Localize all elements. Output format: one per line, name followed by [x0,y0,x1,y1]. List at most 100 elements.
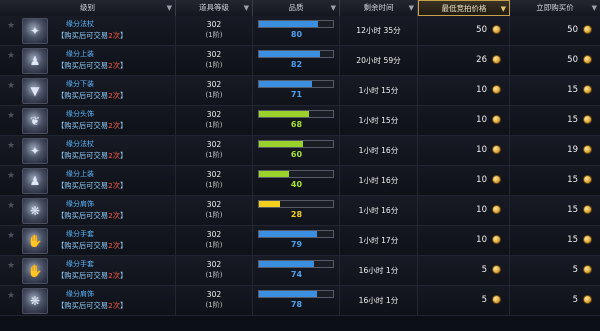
buyout-price: 5 [572,295,578,305]
level-cell: 302 (1阶) [176,106,253,135]
remaining-time: 20小时 59分 [356,56,401,65]
gold-coin-icon [583,55,592,64]
item-grade: (1阶) [205,61,223,69]
header-item-column[interactable]: 级别 ▼ [0,0,176,16]
favorite-star-icon[interactable]: ★ [7,261,15,271]
headwear-icon[interactable]: ❦ [22,108,48,134]
item-level: 302 [206,80,222,89]
gold-coin-icon [492,235,501,244]
favorite-star-icon[interactable]: ★ [7,111,15,121]
favorite-star-icon[interactable]: ★ [7,51,15,61]
quality-value: 74 [290,270,303,279]
upper-garment-icon[interactable]: ♟ [22,48,48,74]
gold-coin-icon [492,25,501,34]
item-name: 缘分法杖 [66,140,94,148]
trade-note: 【购买后可交易2次】 [57,61,127,71]
remaining-time: 1小时 16分 [358,206,399,215]
quality-bar-fill [259,111,310,117]
item-grade: (1阶) [205,301,223,309]
favorite-star-icon[interactable]: ★ [7,141,15,151]
quality-bar [258,50,334,58]
min-bid-cell: 5 [418,286,510,315]
table-row[interactable]: ★ ♟ 缘分上装 【购买后可交易2次】 302 (1阶) 40 1小时 16分 10 15 [0,166,600,196]
trade-count: 2次 [108,121,121,130]
gold-coin-icon [492,55,501,64]
item-grade: (1阶) [205,121,223,129]
trade-count: 2次 [108,61,121,70]
quality-bar-fill [259,231,318,237]
time-cell: 1小时 16分 [340,136,418,165]
buyout-price: 19 [567,145,578,155]
upper-garment-icon[interactable]: ♟ [22,168,48,194]
trade-note-end: 】 [120,91,128,100]
header-buyout-column[interactable]: 立即购买价 ▼ [510,0,600,16]
table-row[interactable]: ★ ❦ 缘分头饰 【购买后可交易2次】 302 (1阶) 68 1小时 15分 10 15 [0,106,600,136]
staff-icon[interactable]: ✦ [22,138,48,164]
item-name: 缘分手套 [66,230,94,238]
item-level: 302 [206,260,222,269]
item-level: 302 [206,200,222,209]
min-bid-price: 5 [481,265,487,275]
lower-garment-icon[interactable]: ▼ [22,78,48,104]
min-bid-cell: 10 [418,196,510,225]
favorite-star-icon[interactable]: ★ [7,21,15,31]
quality-bar-fill [259,51,320,57]
sort-arrow-icon: ▼ [166,4,172,12]
table-row[interactable]: ★ ❋ 缘分肩饰 【购买后可交易2次】 302 (1阶) 28 1小时 16分 10 15 [0,196,600,226]
glove-icon[interactable]: ✋ [22,228,48,254]
trade-note: 【购买后可交易2次】 [57,211,127,221]
sort-arrow-icon: ▼ [330,4,336,12]
trade-count: 2次 [108,301,121,310]
quality-bar [258,200,334,208]
trade-note-text: 【购买后可交易 [57,181,109,190]
shoulder-icon[interactable]: ❋ [22,288,48,314]
buyout-price: 15 [567,205,578,215]
item-level: 302 [206,20,222,29]
item-cell: ★ ✋ 缘分手套 【购买后可交易2次】 [0,226,176,255]
item-name: 缘分肩饰 [66,290,94,298]
favorite-star-icon[interactable]: ★ [7,171,15,181]
trade-note-text: 【购买后可交易 [57,301,109,310]
shoulder-icon[interactable]: ❋ [22,198,48,224]
item-grade: (1阶) [205,31,223,39]
header-quality-column[interactable]: 品质 ▼ [253,0,340,16]
favorite-star-icon[interactable]: ★ [7,291,15,301]
table-row[interactable]: ★ ✦ 缘分法杖 【购买后可交易2次】 302 (1阶) 60 1小时 16分 10 19 [0,136,600,166]
gold-coin-icon [583,295,592,304]
table-row[interactable]: ★ ✋ 缘分手套 【购买后可交易2次】 302 (1阶) 79 1小时 17分 10 15 [0,226,600,256]
header-min-bid-column[interactable]: 最低竞拍价格 ▼ [418,0,510,16]
quality-cell: 68 [253,106,340,135]
gold-coin-icon [492,295,501,304]
table-row[interactable]: ★ ♟ 缘分上装 【购买后可交易2次】 302 (1阶) 82 20小时 59分 26 50 [0,46,600,76]
favorite-star-icon[interactable]: ★ [7,231,15,241]
trade-note: 【购买后可交易2次】 [57,151,127,161]
favorite-star-icon[interactable]: ★ [7,81,15,91]
gold-coin-icon [583,85,592,94]
quality-cell: 28 [253,196,340,225]
remaining-time: 1小时 16分 [358,146,399,155]
table-row[interactable]: ★ ❋ 缘分肩饰 【购买后可交易2次】 302 (1阶) 78 16小时 1分 5 5 [0,286,600,316]
time-cell: 1小时 16分 [340,166,418,195]
quality-bar-fill [259,261,314,267]
table-row[interactable]: ★ ▼ 缘分下装 【购买后可交易2次】 302 (1阶) 71 1小时 15分 10 15 [0,76,600,106]
quality-bar [258,20,334,28]
item-level: 302 [206,50,222,59]
table-row[interactable]: ★ ✦ 缘分法杖 【购买后可交易2次】 302 (1阶) 80 12小时 35分 50 50 [0,16,600,46]
staff-icon[interactable]: ✦ [22,18,48,44]
quality-cell: 80 [253,16,340,45]
table-row[interactable]: ★ ✋ 缘分手套 【购买后可交易2次】 302 (1阶) 74 16小时 1分 5 5 [0,256,600,286]
favorite-star-icon[interactable]: ★ [7,201,15,211]
quality-bar-fill [259,21,319,27]
item-grade: (1阶) [205,181,223,189]
header-time-column[interactable]: 剩余时间 ▼ [340,0,418,16]
gold-coin-icon [492,85,501,94]
item-grade: (1阶) [205,151,223,159]
item-level: 302 [206,110,222,119]
quality-cell: 60 [253,136,340,165]
quality-value: 40 [290,180,303,189]
glove-icon[interactable]: ✋ [22,258,48,284]
header-level-column[interactable]: 道具等级 ▼ [176,0,253,16]
sort-arrow-icon: ▼ [408,4,414,12]
trade-count: 2次 [108,31,121,40]
level-cell: 302 (1阶) [176,166,253,195]
